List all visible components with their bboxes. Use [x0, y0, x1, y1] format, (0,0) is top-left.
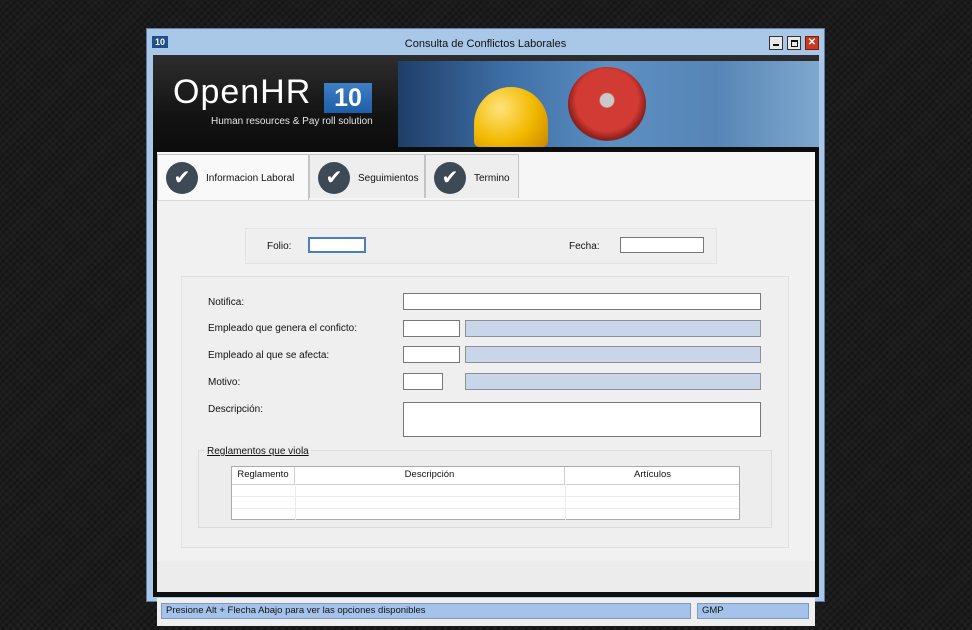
fecha-input[interactable] — [620, 237, 704, 253]
tab-strip: ✔ Informacion Laboral ✔ Seguimientos ✔ T… — [157, 152, 815, 200]
table-cell — [295, 484, 566, 496]
status-message: Presione Alt + Flecha Abajo para ver las… — [161, 603, 691, 619]
check-icon: ✔ — [434, 162, 466, 194]
notifica-input[interactable] — [403, 293, 761, 310]
table-header: Reglamento Descripción Artículos — [232, 467, 739, 485]
tab-termino[interactable]: ✔ Termino — [425, 154, 519, 198]
folio-label: Folio: — [267, 241, 292, 252]
empleado-afecta-code-input[interactable] — [403, 346, 460, 363]
column-header-articulos[interactable]: Artículos — [565, 467, 740, 484]
logo-text: OpenHR — [173, 73, 312, 111]
window-body: OpenHR 10 Human resources & Pay roll sol… — [153, 55, 819, 626]
table-cell — [232, 496, 296, 508]
check-icon: ✔ — [166, 162, 198, 194]
minimize-button[interactable] — [769, 36, 783, 50]
folio-fecha-group: Folio: Fecha: — [245, 228, 717, 264]
tab-label: Seguimientos — [358, 173, 419, 184]
reglamentos-group: Reglamentos que viola Reglamento Descrip… — [198, 446, 772, 528]
table-cell — [565, 484, 740, 496]
informacion-laboral-panel: Folio: Fecha: Notifica: Empleado que gen… — [157, 200, 815, 561]
table-row[interactable] — [232, 508, 739, 521]
folio-input[interactable] — [308, 237, 366, 253]
descripcion-label: Descripción: — [208, 404, 264, 415]
column-header-descripcion[interactable]: Descripción — [295, 467, 565, 484]
alarm-device-illustration — [568, 67, 646, 141]
main-content: ✔ Informacion Laboral ✔ Seguimientos ✔ T… — [157, 152, 815, 592]
logo-tagline: Human resources & Pay roll solution — [211, 116, 373, 127]
motivo-name-field — [465, 373, 761, 390]
table-cell — [295, 496, 566, 508]
empleado-afecta-name-field — [465, 346, 761, 363]
hard-hat-illustration — [474, 87, 548, 147]
table-cell — [565, 496, 740, 508]
reglamentos-table[interactable]: Reglamento Descripción Artículos — [231, 466, 740, 521]
conflict-details-group: Notifica: Empleado que genera el confict… — [181, 276, 789, 548]
table-cell — [232, 484, 296, 496]
table-cell — [232, 508, 296, 520]
motivo-label: Motivo: — [208, 377, 241, 388]
empleado-genera-code-input[interactable] — [403, 320, 460, 337]
maximize-button[interactable] — [787, 36, 801, 50]
empleado-genera-label: Empleado que genera el conficto: — [208, 323, 357, 334]
header-banner: OpenHR 10 Human resources & Pay roll sol… — [153, 55, 819, 151]
table-cell — [565, 508, 740, 520]
fecha-label: Fecha: — [569, 241, 600, 252]
close-button[interactable]: ✕ — [805, 36, 819, 50]
banner-image — [398, 61, 819, 147]
window-title: Consulta de Conflictos Laborales — [404, 38, 567, 50]
notifica-label: Notifica: — [208, 297, 245, 308]
check-icon: ✔ — [318, 162, 350, 194]
title-bar[interactable]: 10 Consulta de Conflictos Laborales ✕ — [147, 29, 824, 54]
tab-informacion-laboral[interactable]: ✔ Informacion Laboral — [157, 154, 309, 200]
status-company: GMP — [697, 603, 809, 619]
reglamentos-title: Reglamentos que viola — [205, 446, 311, 457]
empleado-afecta-label: Empleado al que se afecta: — [208, 350, 330, 361]
tab-label: Termino — [474, 173, 510, 184]
empleado-genera-name-field — [465, 320, 761, 337]
descripcion-textarea[interactable] — [403, 402, 761, 437]
status-bar: Presione Alt + Flecha Abajo para ver las… — [157, 598, 815, 626]
application-window: 10 Consulta de Conflictos Laborales ✕ Op… — [146, 28, 825, 626]
tab-seguimientos[interactable]: ✔ Seguimientos — [309, 154, 425, 198]
table-cell — [295, 508, 566, 520]
tab-label: Informacion Laboral — [206, 173, 295, 184]
logo-version-badge: 10 — [324, 83, 372, 113]
column-header-reglamento[interactable]: Reglamento — [232, 467, 295, 484]
motivo-code-input[interactable] — [403, 373, 443, 390]
